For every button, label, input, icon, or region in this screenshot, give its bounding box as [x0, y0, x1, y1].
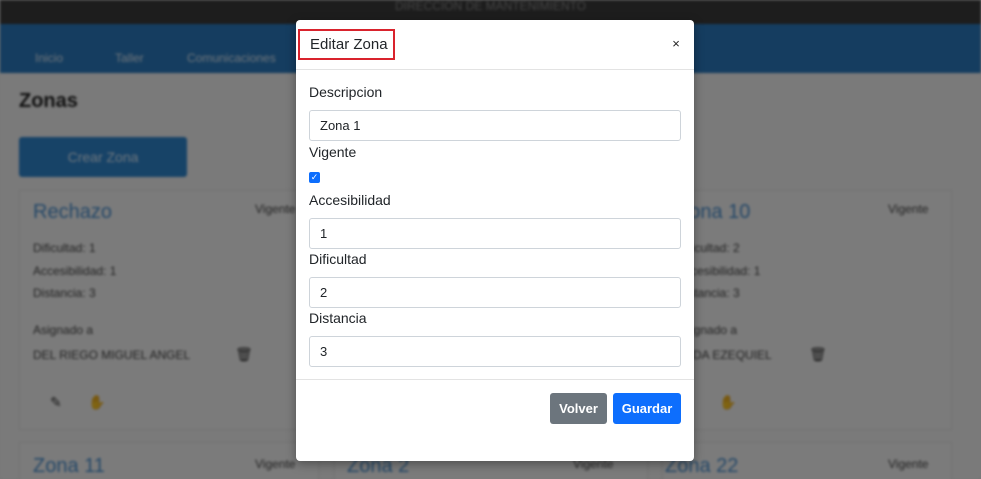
vigente-label: Vigente — [309, 144, 357, 160]
accesibilidad-input[interactable] — [309, 218, 681, 249]
save-button[interactable]: Guardar — [613, 393, 681, 424]
descripcion-label: Descripcion — [309, 84, 383, 100]
close-button[interactable]: × — [667, 35, 685, 53]
dificultad-label: Dificultad — [309, 251, 367, 267]
edit-zone-modal: Editar Zona × Descripcion Vigente ✓ Acce… — [296, 20, 694, 461]
modal-footer-divider — [296, 379, 694, 380]
back-button[interactable]: Volver — [550, 393, 607, 424]
distancia-label: Distancia — [309, 310, 367, 326]
modal-title: Editar Zona — [298, 29, 395, 60]
dificultad-input[interactable] — [309, 277, 681, 308]
descripcion-input[interactable] — [309, 110, 681, 141]
modal-header: Editar Zona × — [296, 20, 694, 70]
distancia-input[interactable] — [309, 336, 681, 367]
accesibilidad-label: Accesibilidad — [309, 192, 391, 208]
vigente-checkbox[interactable]: ✓ — [309, 172, 320, 183]
